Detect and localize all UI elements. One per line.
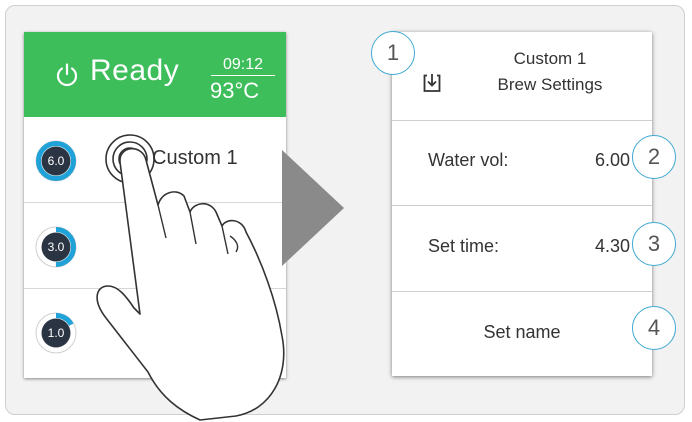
brew-label: Custom 1 (152, 147, 238, 169)
save-icon[interactable] (422, 73, 442, 93)
volume-gauge: 1.0 (34, 311, 78, 355)
set-time-value[interactable]: 4.30 (595, 236, 630, 257)
brew-row-custom-1[interactable]: 6.0 Custom 1 (24, 117, 286, 203)
brew-row-3[interactable]: 1.0 (24, 289, 286, 375)
brew-list-screen: Ready 09:12 93°C 6.0 Custom 1 3.0 1.0 (24, 32, 286, 378)
settings-title: Custom 1 Brew Settings (470, 46, 630, 98)
set-name-row[interactable]: Set name (392, 292, 652, 378)
set-time-label: Set time: (428, 236, 500, 256)
water-vol-row[interactable]: Water vol: 6.00 (392, 120, 652, 206)
volume-gauge: 3.0 (34, 225, 78, 269)
power-icon[interactable] (54, 62, 80, 88)
clock: 09:12 (211, 56, 275, 76)
title-line-1: Custom 1 (513, 49, 587, 68)
set-time-row[interactable]: Set time: 4.30 (392, 206, 652, 292)
volume-gauge: 6.0 (34, 139, 78, 183)
gauge-value: 6.0 (47, 154, 65, 168)
water-vol-value[interactable]: 6.00 (595, 150, 630, 171)
settings-header: Custom 1 Brew Settings (392, 32, 652, 121)
title-line-2: Brew Settings (497, 75, 603, 94)
callout-3: 3 (632, 222, 676, 266)
brew-row-2[interactable]: 3.0 (24, 203, 286, 289)
brew-settings-screen: Custom 1 Brew Settings Water vol: 6.00 S… (392, 32, 652, 376)
water-vol-label: Water vol: (428, 150, 509, 170)
status-bar: Ready 09:12 93°C (24, 32, 286, 117)
temperature: 93°C (210, 78, 260, 103)
set-name-button[interactable]: Set name (392, 322, 652, 343)
gauge-value: 1.0 (47, 326, 65, 340)
callout-4: 4 (632, 306, 676, 350)
callout-2: 2 (632, 135, 676, 179)
transition-arrow-icon (282, 150, 344, 266)
gauge-value: 3.0 (47, 240, 65, 254)
callout-1: 1 (371, 31, 415, 75)
status-text: Ready (90, 54, 180, 87)
